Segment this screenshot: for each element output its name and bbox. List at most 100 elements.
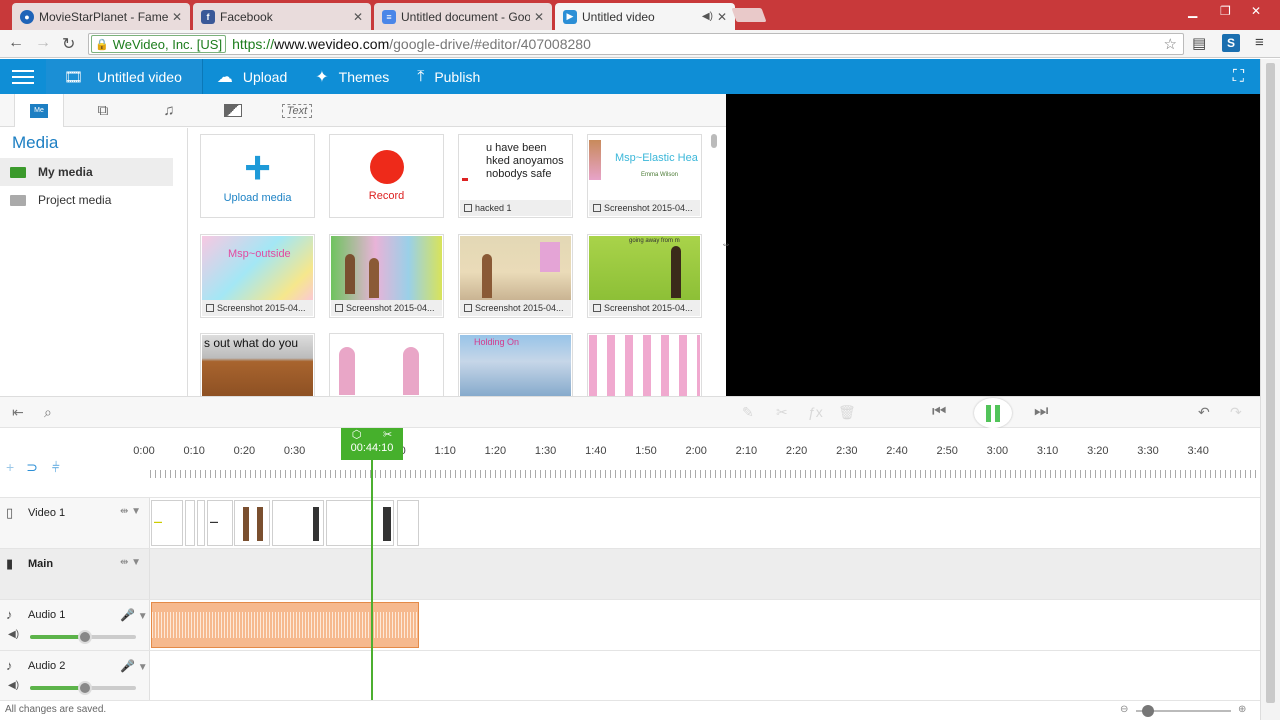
track-lane[interactable] <box>150 651 1260 700</box>
playhead-line[interactable] <box>371 460 373 700</box>
new-tab-button[interactable] <box>731 8 767 22</box>
reload-icon[interactable]: ↻ <box>62 34 75 54</box>
zoom-knob[interactable] <box>1142 705 1154 717</box>
close-icon[interactable]: ✕ <box>717 10 727 24</box>
upload-button[interactable]: ☁ Upload <box>217 67 287 87</box>
media-item[interactable]: Msp~Elastic Hea Emma Wilson Screenshot 2… <box>587 134 702 218</box>
track-options[interactable]: 🎤 ▼ <box>120 608 148 622</box>
hamburger-menu-icon[interactable] <box>0 69 46 84</box>
scissors-icon[interactable]: ✂ <box>776 404 788 421</box>
video-preview[interactable] <box>726 94 1260 396</box>
tab-backgrounds[interactable] <box>208 94 258 127</box>
tab-transitions[interactable]: ⧉ <box>78 94 128 127</box>
skip-forward-icon[interactable]: ⏭ <box>1034 403 1048 421</box>
video-clip[interactable] <box>197 500 205 546</box>
resize-handle-icon[interactable]: ⇔ <box>721 239 731 250</box>
effects-icon[interactable]: ƒx <box>808 404 823 420</box>
extension-badge[interactable]: S <box>1222 34 1240 52</box>
browser-tab-moviestarplanet[interactable]: ● MovieStarPlanet - Fame ✕ <box>12 3 190 30</box>
playhead-handle[interactable]: ⬡ ✂ 00:44:10 <box>341 428 403 460</box>
upload-media-button[interactable]: + Upload media <box>200 134 315 218</box>
media-item[interactable] <box>587 333 702 396</box>
sidebar-item-my-media[interactable]: My media <box>0 158 173 186</box>
video-clip[interactable] <box>272 500 324 546</box>
media-grid-scrollbar[interactable] <box>711 134 717 148</box>
sidebar-item-project-media[interactable]: Project media <box>0 186 173 214</box>
browser-tab-facebook[interactable]: f Facebook ✕ <box>193 3 371 30</box>
media-item[interactable]: Msp~outside Screenshot 2015-04... <box>200 234 315 318</box>
video-clip[interactable] <box>185 500 195 546</box>
video-clip[interactable]: ▬▬ <box>151 500 183 546</box>
record-button[interactable]: Record <box>329 134 444 218</box>
track-lane[interactable] <box>150 549 1260 599</box>
volume-knob[interactable] <box>78 681 93 695</box>
edit-icon[interactable]: ✎ <box>742 404 754 421</box>
marker-icon[interactable]: ⬡ <box>352 428 362 442</box>
trash-icon[interactable]: 🗑 <box>838 404 856 421</box>
zoom-slider[interactable]: ⊖ ⊕ <box>1120 704 1250 718</box>
track-options[interactable]: ⇹ ▼ <box>120 557 141 568</box>
split-icon[interactable]: ⫩ <box>52 459 60 475</box>
media-item[interactable]: s out what do you <box>200 333 315 396</box>
publish-button[interactable]: ⤒ Publish <box>417 68 480 86</box>
timeline-ruler[interactable]: + ⊃ ⫩ 0:000:100:200:3001:001:101:201:301… <box>0 428 1260 498</box>
tab-title: Untitled video <box>582 9 655 24</box>
audio-clip[interactable] <box>151 602 419 648</box>
tab-text[interactable]: Text <box>272 94 322 127</box>
skip-back-icon[interactable]: ⏮ <box>932 403 946 421</box>
close-window-icon[interactable]: ✕ <box>1251 4 1261 18</box>
forward-icon[interactable]: → <box>35 34 51 52</box>
redo-icon[interactable]: ↷ <box>1230 404 1242 421</box>
volume-knob[interactable] <box>78 630 93 644</box>
zoom-in-icon[interactable]: ⊕ <box>1238 704 1246 715</box>
project-title-button[interactable]: 🎞 Untitled video <box>46 59 203 94</box>
track-lane[interactable] <box>150 600 1260 650</box>
minimize-icon[interactable]: ▁ <box>1188 4 1197 18</box>
microphone-icon: 🎤 <box>120 659 135 673</box>
bookmark-star-icon[interactable]: ☆ <box>1164 35 1177 53</box>
media-item[interactable]: Screenshot 2015-04... <box>329 234 444 318</box>
close-icon[interactable]: ✕ <box>353 10 363 24</box>
video-clip[interactable]: ▬▬ <box>207 500 233 546</box>
video-clip[interactable] <box>397 500 419 546</box>
close-icon[interactable]: ✕ <box>534 10 544 24</box>
film-extension-icon[interactable]: ▤ <box>1192 34 1206 52</box>
track-options[interactable]: ⇹ ▼ <box>120 506 141 517</box>
fullscreen-icon[interactable]: ⛶ <box>1233 68 1244 86</box>
browser-tab-docs[interactable]: ≡ Untitled document - Goo ✕ <box>374 3 552 30</box>
add-track-icon[interactable]: + <box>6 459 14 475</box>
media-item[interactable]: going away from m Screenshot 2015-04... <box>587 234 702 318</box>
volume-slider[interactable]: ◀) <box>8 629 138 644</box>
security-badge[interactable]: 🔒 WeVideo, Inc. [US] <box>91 35 227 53</box>
magnet-icon[interactable]: ⊃ <box>26 459 38 475</box>
browser-tab-untitled-video[interactable]: ▶ Untitled video ◀) ✕ <box>555 3 735 30</box>
chrome-menu-icon[interactable]: ≡ <box>1255 34 1264 51</box>
tab-audio[interactable]: ♫ <box>144 94 194 127</box>
themes-button[interactable]: ✦ Themes <box>315 67 389 87</box>
tab-media[interactable]: Me <box>14 94 64 127</box>
media-item[interactable]: Screenshot 2015-04... <box>458 234 573 318</box>
track-audio-2: ♪ Audio 2 🎤 ▼ ◀) <box>0 651 1260 701</box>
volume-slider[interactable]: ◀) <box>8 680 138 695</box>
collapse-panel-icon[interactable]: ⇤ <box>12 404 24 421</box>
page-scrollbar[interactable] <box>1260 59 1280 720</box>
zoom-out-icon[interactable]: ⊖ <box>1120 704 1128 715</box>
video-clip[interactable] <box>326 500 394 546</box>
scissors-icon[interactable]: ✂ <box>383 428 392 442</box>
track-name: Audio 2 <box>28 660 66 672</box>
close-icon[interactable]: ✕ <box>172 10 182 24</box>
restore-icon[interactable]: ❐ <box>1220 4 1231 18</box>
media-item[interactable]: u have been hked anoyamos nobodys safe h… <box>458 134 573 218</box>
track-lane[interactable]: ▬▬ ▬▬ <box>150 498 1260 548</box>
pause-button[interactable] <box>974 398 1012 428</box>
media-item[interactable] <box>329 333 444 396</box>
url-path: /google-drive/#editor/407008280 <box>389 36 591 52</box>
media-tabs: Me ⧉ ♫ Text <box>0 94 726 127</box>
media-item[interactable]: Holding On <box>458 333 573 396</box>
back-icon[interactable]: ← <box>8 34 24 52</box>
undo-icon[interactable]: ↶ <box>1198 404 1210 421</box>
search-icon[interactable]: ⌕ <box>44 404 52 421</box>
track-options[interactable]: 🎤 ▼ <box>120 659 148 673</box>
address-bar[interactable]: 🔒 WeVideo, Inc. [US] https:// www.wevide… <box>88 33 1184 55</box>
video-clip[interactable] <box>234 500 270 546</box>
